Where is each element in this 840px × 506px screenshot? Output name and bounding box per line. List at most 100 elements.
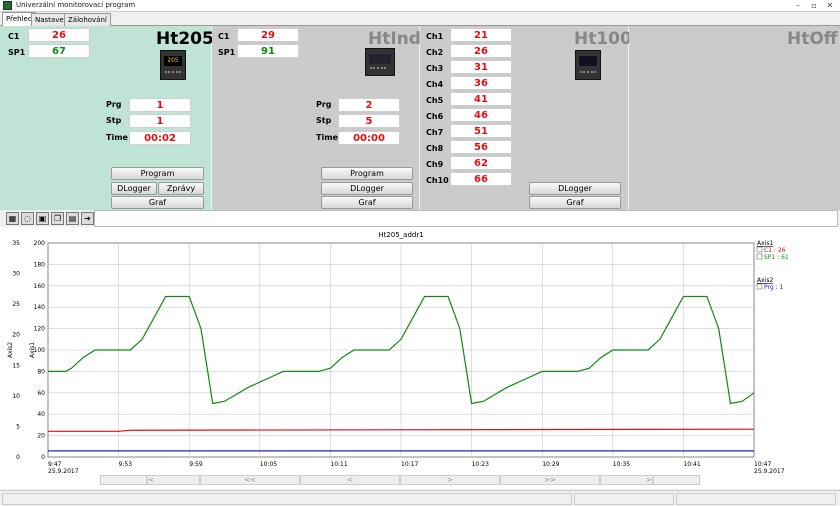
open-folder-icon[interactable]: ▣ [36, 212, 49, 225]
prg-value: 1 [129, 98, 191, 112]
y2-tick-label: 15 [12, 362, 20, 369]
x-date-label: 25.9.2017 [754, 468, 785, 475]
window-title: Univerzální monitorovací program [16, 1, 136, 9]
channel-value: 56 [450, 140, 512, 154]
nav-last-button[interactable]: >| [600, 475, 700, 485]
close-button[interactable]: ✕ [824, 1, 836, 10]
controller-device-icon: 205 [160, 50, 186, 80]
channel-label: Ch9 [426, 160, 444, 169]
y2-tick-label: 35 [12, 240, 20, 247]
legend-checkbox [756, 246, 763, 253]
status-bar [0, 490, 840, 506]
channel-label: Ch2 [426, 48, 444, 57]
channel-label: Ch3 [426, 64, 444, 73]
channel-value: 31 [450, 60, 512, 74]
refresh-icon[interactable]: ◌ [21, 212, 34, 225]
x-tick-label: 10:29 [542, 461, 559, 468]
channel-value: 62 [450, 156, 512, 170]
y-tick-label: 0 [41, 454, 45, 461]
toolbar-field [94, 210, 838, 227]
status-cell [574, 493, 674, 505]
y-tick-label: 140 [34, 304, 46, 311]
sp1-value: 91 [237, 44, 299, 58]
dlogger-button[interactable]: DLogger [111, 182, 157, 195]
time-label: Time [106, 133, 128, 142]
legend-axis1-title: Axis1 [757, 240, 773, 247]
y-tick-label: 160 [34, 283, 46, 290]
nav-first-button[interactable]: |< [100, 475, 200, 485]
zpravy-button[interactable]: Zprávy [158, 182, 204, 195]
x-tick-label: 10:11 [330, 461, 347, 468]
channel-value: 66 [450, 172, 512, 186]
sp1-label: SP1 [8, 48, 26, 57]
legend-entry: C1 : 26 [764, 247, 786, 254]
x-tick-label: 10:41 [683, 461, 700, 468]
prg-label: Prg [316, 100, 332, 109]
channel-label: Ch5 [426, 96, 444, 105]
x-tick-label: 10:35 [613, 461, 630, 468]
c1-label: C1 [8, 32, 20, 41]
controller-device-icon [575, 50, 601, 80]
graf-button[interactable]: Graf [321, 196, 413, 209]
y-tick-label: 80 [37, 368, 45, 375]
channel-value: 36 [450, 76, 512, 90]
y2-tick-label: 0 [16, 454, 20, 461]
panel-ht100: Ch1 21 Ch2 26 Ch3 31 Ch4 36 Ch5 41 Ch6 46 Ch7 51 Ch8 56… [420, 26, 632, 210]
x-tick-label: 10:05 [260, 461, 277, 468]
legend-entry: SP1 : 61 [764, 254, 789, 261]
y-tick-label: 200 [34, 240, 46, 247]
dlogger-button[interactable]: DLogger [529, 182, 621, 195]
minimize-button[interactable]: – [792, 1, 804, 10]
channel-value: 21 [450, 28, 512, 42]
stp-label: Stp [106, 116, 122, 125]
panel-title: HtOff [787, 29, 838, 49]
legend-checkbox [756, 253, 763, 260]
y-tick-label: 40 [37, 411, 45, 418]
y2-tick-label: 10 [12, 393, 20, 400]
time-value: 00:02 [129, 131, 191, 145]
channel-value: 51 [450, 124, 512, 138]
channel-label: Ch4 [426, 80, 444, 89]
tab-bar: Přehled Nastavení Zálohování [0, 12, 840, 26]
panel-title: Ht100 [574, 29, 632, 49]
x-tick-label: 9:59 [189, 461, 203, 468]
panel-ht205: C1 26 SP1 67 Ht205 205 Prg 1 Stp 1 Time … [0, 26, 214, 210]
sp1-label: SP1 [218, 48, 236, 57]
x-tick-label: 10:47 [754, 461, 771, 468]
grid-icon[interactable]: ▦ [6, 212, 19, 225]
nav-fast-forward-button[interactable]: >> [500, 475, 600, 485]
graf-button[interactable]: Graf [529, 196, 621, 209]
maximize-button[interactable]: ▫ [808, 1, 820, 10]
time-value: 00:00 [338, 131, 400, 145]
chart-area: Ht205_addr1 0 20 40 60 80 100 120 140 160 180 200 0 5… [0, 227, 840, 489]
nav-fast-back-button[interactable]: << [200, 475, 300, 485]
prg-label: Prg [106, 100, 122, 109]
x-tick-label: 9:53 [119, 461, 133, 468]
app-icon [3, 1, 12, 10]
panel-title: HtInd [368, 29, 421, 49]
c1-label: C1 [218, 32, 230, 41]
x-tick-label: 10:23 [472, 461, 489, 468]
channel-label: Ch10 [426, 176, 449, 185]
channel-label: Ch7 [426, 128, 444, 137]
stp-label: Stp [316, 116, 332, 125]
line-chart: Ht205_addr102040608010012014016018020005… [7, 231, 789, 475]
status-cell [676, 493, 836, 505]
panel-htind: C1 29 SP1 91 HtInd Prg 2 Stp 5 Time 00:0… [212, 26, 421, 210]
dlogger-button[interactable]: DLogger [321, 182, 413, 195]
program-button[interactable]: Program [111, 167, 204, 180]
copy-icon[interactable]: ❐ [51, 212, 64, 225]
tab-zalohovani[interactable]: Zálohování [64, 13, 111, 26]
nav-forward-button[interactable]: > [400, 475, 500, 485]
graf-button[interactable]: Graf [111, 196, 204, 209]
stp-value: 1 [129, 114, 191, 128]
print-icon[interactable]: ▤ [66, 212, 79, 225]
nav-back-button[interactable]: < [300, 475, 400, 485]
title-bar: Univerzální monitorovací program – ▫ ✕ [0, 0, 840, 12]
program-button[interactable]: Program [321, 167, 413, 180]
y-tick-label: 60 [37, 390, 45, 397]
y2-tick-label: 25 [12, 301, 20, 308]
y2-tick-label: 5 [16, 423, 20, 430]
export-icon[interactable]: ➔ [81, 212, 94, 225]
y2-tick-label: 20 [12, 332, 20, 339]
